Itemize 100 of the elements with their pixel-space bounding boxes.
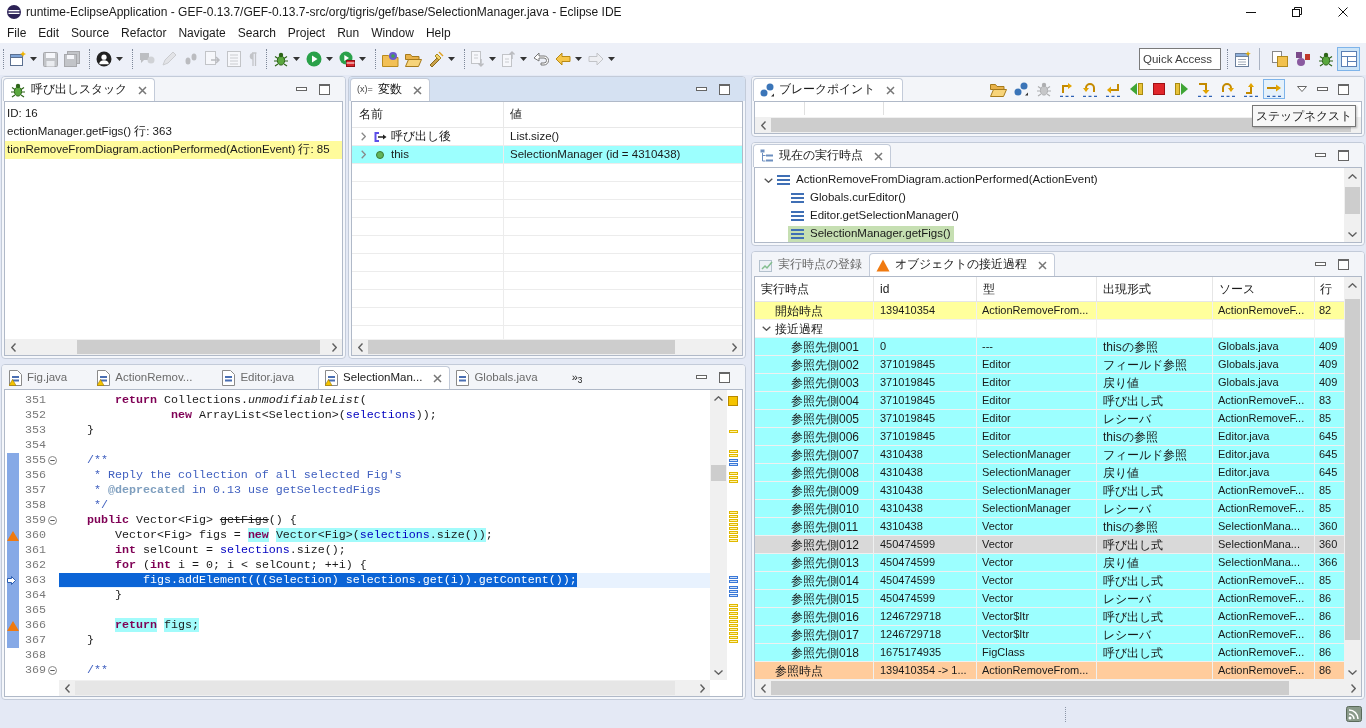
column-header[interactable]: 型 bbox=[977, 277, 1097, 301]
tab[interactable]: (x)= 変数 bbox=[350, 78, 430, 101]
scrollbar-thumb[interactable] bbox=[1345, 299, 1360, 640]
maximize-icon[interactable] bbox=[1338, 258, 1349, 270]
table-row[interactable]: 参照先側012 450474599 Vector 呼び出し式 SelectionMana... 360 bbox=[755, 536, 1344, 554]
user-icon[interactable] bbox=[96, 51, 112, 67]
menu-item[interactable]: Refactor bbox=[115, 24, 173, 43]
tab[interactable]: ブレークポイント bbox=[753, 78, 903, 101]
caret-icon[interactable] bbox=[575, 57, 582, 61]
table-row[interactable]: 参照先側010 4310438 SelectionManager レシーバ ActionRemoveF... 85 bbox=[755, 500, 1344, 518]
table-row[interactable]: 参照先側009 4310438 SelectionManager 呼び出し式 ActionRemoveF... 85 bbox=[755, 482, 1344, 500]
menu-item[interactable]: Edit bbox=[32, 24, 66, 43]
maximize-icon[interactable] bbox=[719, 371, 730, 383]
table-row[interactable]: 参照先側003 371019845 Editor 戻り値 Globals.java 409 bbox=[755, 374, 1344, 392]
restore-icon[interactable] bbox=[1292, 7, 1302, 17]
table-row[interactable]: 参照先側015 450474599 Vector レシーバ ActionRemoveF... 86 bbox=[755, 590, 1344, 608]
folder-gem-icon[interactable] bbox=[382, 51, 399, 67]
scroll-right-icon[interactable] bbox=[699, 683, 705, 693]
menu-item[interactable]: File bbox=[1, 24, 33, 43]
scroll-right-icon[interactable] bbox=[331, 342, 337, 352]
menu-item[interactable]: Search bbox=[231, 24, 282, 43]
menu-item[interactable]: Project bbox=[281, 24, 332, 43]
table-row[interactable]: 参照先側016 1246729718 Vector$Itr 呼び出し式 ActionRemoveF... 86 bbox=[755, 608, 1344, 626]
table-row[interactable]: 参照先側013 450474599 Vector 戻り値 SelectionMana... 366 bbox=[755, 554, 1344, 572]
tab[interactable]: 実行時点の登録 bbox=[753, 253, 869, 276]
table-row[interactable]: 参照先側006 371019845 Editor thisの参照 Editor.java 645 bbox=[755, 428, 1344, 446]
menu-item[interactable]: Window bbox=[365, 24, 420, 43]
scrollbar-thumb[interactable] bbox=[75, 681, 675, 695]
maximize-icon[interactable] bbox=[719, 83, 730, 95]
caret-icon[interactable] bbox=[116, 57, 123, 61]
caret-icon[interactable] bbox=[30, 57, 37, 61]
table-row[interactable]: this SelectionManager (id = 4310438) bbox=[352, 146, 742, 164]
scroll-right-icon[interactable] bbox=[1350, 683, 1356, 693]
scroll-down-icon[interactable] bbox=[1348, 231, 1357, 237]
table-row[interactable]: 参照先側002 371019845 Editor フィールド参照 Globals.java 409 bbox=[755, 356, 1344, 374]
tab[interactable]: ActionRemov... bbox=[91, 366, 217, 389]
table-row[interactable]: 参照先側017 1246729718 Vector$Itr レシーバ ActionRemoveF... 86 bbox=[755, 626, 1344, 644]
fold-icon[interactable] bbox=[48, 456, 57, 465]
table-row[interactable]: 参照先側018 1675174935 FigClass 呼び出し式 ActionRemoveF... 86 bbox=[755, 644, 1344, 662]
maximize-icon[interactable] bbox=[319, 83, 330, 95]
table-row[interactable]: 参照先側007 4310438 SelectionManager フィールド参照 Editor.java 645 bbox=[755, 446, 1344, 464]
bug-icon[interactable] bbox=[273, 51, 289, 67]
scroll-up-icon[interactable] bbox=[714, 395, 723, 401]
table-row[interactable]: 開始時点 139410354 ActionRemoveFrom... ActionRemoveF... 82 bbox=[755, 302, 1344, 320]
view-menu-icon[interactable] bbox=[1297, 86, 1307, 92]
tree-item[interactable]: ActionRemoveFromDiagram.actionPerformed(ActionEvent) bbox=[774, 171, 1101, 189]
maximize-icon[interactable] bbox=[1338, 149, 1349, 161]
menu-item[interactable]: Help bbox=[419, 24, 457, 43]
chevron-down-icon[interactable] bbox=[761, 326, 771, 331]
scroll-left-icon[interactable] bbox=[760, 120, 766, 130]
column-header[interactable]: 行 bbox=[1315, 277, 1343, 301]
run-toolbox-icon[interactable] bbox=[339, 51, 355, 67]
tree-item[interactable]: Editor.getSelectionManager() bbox=[788, 207, 962, 225]
scroll-down-icon[interactable] bbox=[1348, 669, 1357, 675]
menu-item[interactable]: Navigate bbox=[172, 24, 232, 43]
column-header[interactable]: ソース bbox=[1213, 277, 1315, 301]
table-row[interactable]: 参照先側005 371019845 Editor レシーバ ActionRemoveF... 85 bbox=[755, 410, 1344, 428]
scrollbar-thumb[interactable] bbox=[771, 681, 1289, 695]
tab[interactable]: Fig.java bbox=[3, 366, 92, 389]
window-plus-icon[interactable] bbox=[1235, 51, 1251, 67]
open-folder-icon[interactable] bbox=[405, 51, 422, 67]
caret-icon[interactable] bbox=[293, 57, 300, 61]
scroll-right-icon[interactable] bbox=[731, 342, 737, 352]
scroll-down-icon[interactable] bbox=[714, 669, 723, 675]
fold-icon[interactable] bbox=[48, 666, 57, 675]
scroll-left-icon[interactable] bbox=[760, 683, 766, 693]
stack-frame[interactable]: ectionManager.getFigs() 行: 363 bbox=[5, 123, 342, 141]
column-header[interactable]: 値 bbox=[504, 102, 742, 127]
menu-item[interactable]: Run bbox=[331, 24, 366, 43]
maximize-icon[interactable] bbox=[1338, 83, 1349, 95]
table-row[interactable]: 参照先側001 0 --- thisの参照 Globals.java 409 bbox=[755, 338, 1344, 356]
scroll-up-icon[interactable] bbox=[1348, 282, 1357, 288]
last-edit-icon[interactable] bbox=[533, 52, 549, 66]
scroll-left-icon[interactable] bbox=[357, 342, 363, 352]
tab[interactable]: Editor.java bbox=[216, 366, 319, 389]
menu-item[interactable]: Source bbox=[65, 24, 116, 43]
fold-icon[interactable] bbox=[48, 516, 57, 525]
tab[interactable]: 現在の実行時点 bbox=[753, 144, 891, 167]
table-row[interactable]: 参照先側004 371019845 Editor 呼び出し式 ActionRemoveF... 83 bbox=[755, 392, 1344, 410]
scrollbar-thumb[interactable] bbox=[77, 340, 320, 354]
caret-icon[interactable] bbox=[359, 57, 366, 61]
column-header[interactable]: 実行時点 bbox=[755, 277, 874, 301]
scroll-left-icon[interactable] bbox=[10, 342, 16, 352]
chevron-right-icon[interactable] bbox=[361, 132, 366, 141]
column-header[interactable]: 名前 bbox=[352, 102, 504, 127]
minimize-icon[interactable] bbox=[1246, 11, 1256, 13]
chevron-down-icon[interactable] bbox=[763, 177, 773, 183]
scroll-up-icon[interactable] bbox=[1348, 173, 1357, 179]
stack-frame[interactable]: tionRemoveFromDiagram.actionPerformed(ActionEvent) 行: 85 bbox=[5, 141, 342, 159]
scrollbar-thumb[interactable] bbox=[711, 465, 726, 481]
caret-icon[interactable] bbox=[326, 57, 333, 61]
column-header[interactable]: id bbox=[874, 277, 977, 301]
tree-item[interactable]: SelectionManager.getFigs() bbox=[788, 225, 954, 242]
tab[interactable]: 呼び出しスタック bbox=[3, 78, 155, 101]
table-row[interactable]: 参照先側011 4310438 Vector thisの参照 SelectionMana... 360 bbox=[755, 518, 1344, 536]
chevron-right-icon[interactable] bbox=[361, 150, 366, 159]
caret-icon[interactable] bbox=[448, 57, 455, 61]
column-header[interactable]: 出現形式 bbox=[1097, 277, 1213, 301]
scrollbar-thumb[interactable] bbox=[368, 340, 675, 354]
table-row[interactable]: 参照先側014 450474599 Vector 呼び出し式 ActionRemoveF... 85 bbox=[755, 572, 1344, 590]
